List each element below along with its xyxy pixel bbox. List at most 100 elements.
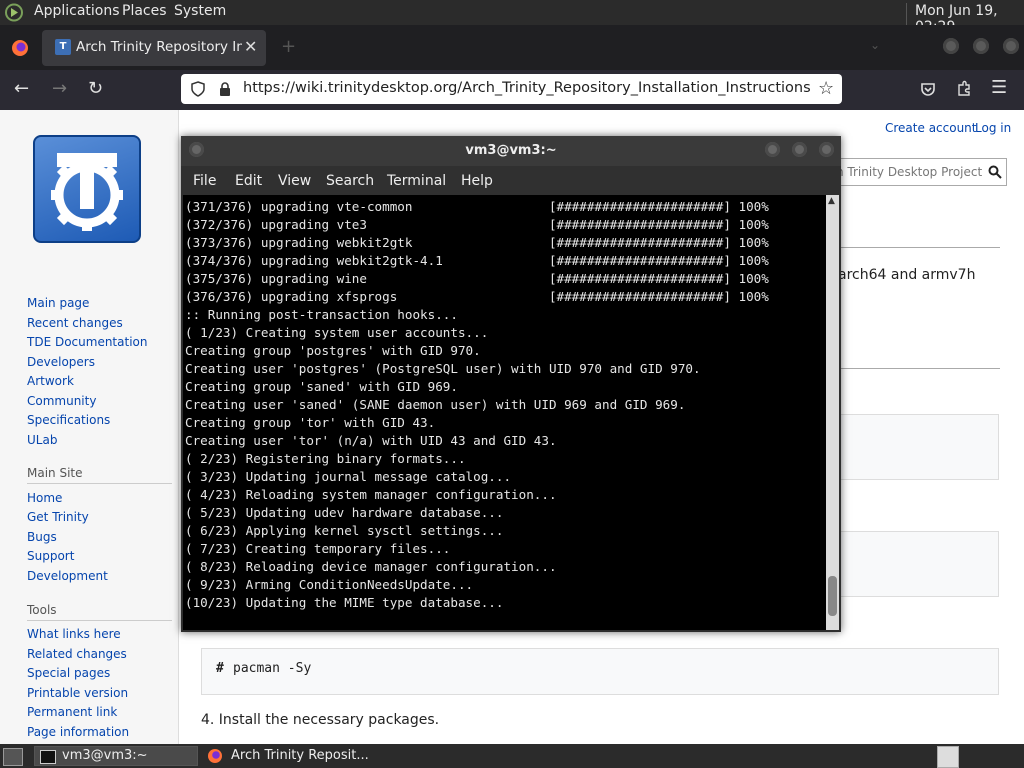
sidebar-link-bugs[interactable]: Bugs [27,530,57,544]
terminal-line: Creating user 'saned' (SANE daemon user)… [185,397,686,412]
terminal-line: ( 6/23) Applying kernel sysctl settings.… [185,523,504,538]
sidebar-link-permanent-link[interactable]: Permanent link [27,705,117,719]
sidebar-link-get-trinity[interactable]: Get Trinity [27,510,89,524]
scroll-up-icon[interactable]: ▲ [828,196,835,206]
bookmark-star-icon[interactable]: ☆ [818,78,834,99]
terminal-lines: (371/376) upgrading vte-common [########… [185,198,769,612]
code-block-pacman [201,648,999,695]
close-button[interactable] [1003,38,1019,54]
terminal-line: (374/376) upgrading webkit2gtk-4.1 [####… [185,253,769,268]
terminal-line: Creating user 'postgres' (PostgreSQL use… [185,361,701,376]
terminal-menu-file[interactable]: File [193,173,216,189]
terminal-scrollbar-thumb[interactable] [828,576,837,616]
back-icon[interactable]: ← [14,78,29,99]
taskbar-label-terminal: vm3@vm3:~ [62,748,148,763]
system-menu[interactable]: System [174,3,226,19]
sidebar-link-artwork[interactable]: Artwork [27,374,74,388]
terminal-line: ( 2/23) Registering binary formats... [185,451,466,466]
trinity-menu-icon[interactable] [4,3,24,22]
terminal-menu-search[interactable]: Search [326,173,374,189]
sidebar-link-special-pages[interactable]: Special pages [27,666,110,680]
sidebar-link-page-information[interactable]: Page information [27,725,129,739]
terminal-line: Creating user 'tor' (n/a) with UID 43 an… [185,433,557,448]
top-panel: Applications Places System Mon Jun 19, 0… [0,0,1024,35]
sidebar-divider [27,620,172,621]
step-text: 4. Install the necessary packages. [201,712,440,728]
terminal-line: (376/376) upgrading xfsprogs [##########… [185,289,769,304]
sidebar-link-related-changes[interactable]: Related changes [27,647,127,661]
reload-icon[interactable]: ↻ [88,78,103,99]
terminal-line: :: Running post-transaction hooks... [185,307,458,322]
create-account-link[interactable]: Create account [885,121,977,135]
shield-icon[interactable] [190,81,206,97]
menu-hamburger-icon[interactable]: ☰ [991,77,1007,98]
terminal-line: ( 5/23) Updating udev hardware database.… [185,505,504,520]
trinity-favicon-icon: T [55,39,71,55]
sidebar-link-ulab[interactable]: ULab [27,433,57,447]
terminal-line: ( 7/23) Creating temporary files... [185,541,451,556]
sidebar-heading-tools: Tools [27,603,57,617]
pocket-icon[interactable] [920,81,936,97]
terminal-line: (373/376) upgrading webkit2gtk [########… [185,235,769,250]
sidebar-link-what-links-here[interactable]: What links here [27,627,121,641]
minimize-button[interactable] [943,38,959,54]
terminal-line: ( 9/23) Arming ConditionNeedsUpdate... [185,577,474,592]
trinity-gear-icon [51,153,123,231]
places-menu[interactable]: Places [122,3,167,19]
terminal-menu-terminal[interactable]: Terminal [387,173,446,189]
trinity-logo[interactable] [33,135,141,243]
tab-close-icon[interactable]: ✕ [244,37,257,56]
terminal-maximize-button[interactable] [792,142,807,157]
heading-divider [840,247,1000,248]
terminal-menu-view[interactable]: View [278,173,311,189]
content-text-fragment: arch64 and armv7h [838,267,976,283]
terminal-scrollbar[interactable] [826,195,839,630]
sidebar-link-community[interactable]: Community [27,394,96,408]
sidebar-link-specifications[interactable]: Specifications [27,413,110,427]
list-tabs-icon[interactable]: ⌄ [870,38,880,52]
applications-menu[interactable]: Applications [34,3,120,19]
terminal-line: (372/376) upgrading vte3 [##############… [185,217,769,232]
terminal-line: Creating group 'postgres' with GID 970. [185,343,481,358]
sidebar-link-tde-documentation[interactable]: TDE Documentation [27,335,147,349]
terminal-line: (10/23) Updating the MIME type database.… [185,595,504,610]
terminal-icon [40,750,56,764]
terminal-line: (375/376) upgrading wine [##############… [185,271,769,286]
login-link[interactable]: Log in [975,121,1011,135]
sidebar-link-printable-version[interactable]: Printable version [27,686,128,700]
code-prompt: # [216,661,224,676]
code-command: pacman -Sy [233,661,312,676]
terminal-line: Creating group 'tor' with GID 43. [185,415,436,430]
search-placeholder: h Trinity Desktop Project [836,165,983,179]
taskbar-label-firefox: Arch Trinity Reposit... [231,748,369,763]
sidebar-link-support[interactable]: Support [27,549,74,563]
sidebar-link-home[interactable]: Home [27,491,62,505]
firefox-icon [208,749,222,763]
maximize-button[interactable] [973,38,989,54]
search-icon[interactable] [988,165,1002,179]
terminal-minimize-button[interactable] [765,142,780,157]
terminal-output[interactable]: (371/376) upgrading vte-common [########… [183,195,826,630]
new-tab-icon[interactable]: + [281,36,296,57]
extensions-icon[interactable] [956,80,973,97]
sidebar-heading-main-site: Main Site [27,466,83,480]
show-desktop-icon[interactable] [3,748,23,766]
workspace-switcher[interactable] [937,746,959,768]
terminal-line: (371/376) upgrading vte-common [########… [185,199,769,214]
firefox-icon[interactable] [10,38,30,58]
lock-icon[interactable] [218,81,232,97]
terminal-title: vm3@vm3:~ [465,143,557,158]
sidebar-link-developers[interactable]: Developers [27,355,95,369]
terminal-menu-help[interactable]: Help [461,173,493,189]
forward-icon[interactable]: → [52,78,67,99]
url-text[interactable]: https://wiki.trinitydesktop.org/Arch_Tri… [243,80,811,96]
terminal-line: ( 4/23) Reloading system manager configu… [185,487,557,502]
terminal-close-button[interactable] [819,142,834,157]
sidebar-link-recent-changes[interactable]: Recent changes [27,316,123,330]
terminal-line: ( 1/23) Creating system user accounts... [185,325,489,340]
sidebar-link-main-page[interactable]: Main page [27,296,89,310]
sidebar-link-development[interactable]: Development [27,569,108,583]
terminal-line: ( 8/23) Reloading device manager configu… [185,559,557,574]
heading-divider [840,368,1000,369]
terminal-menu-edit[interactable]: Edit [235,173,262,189]
